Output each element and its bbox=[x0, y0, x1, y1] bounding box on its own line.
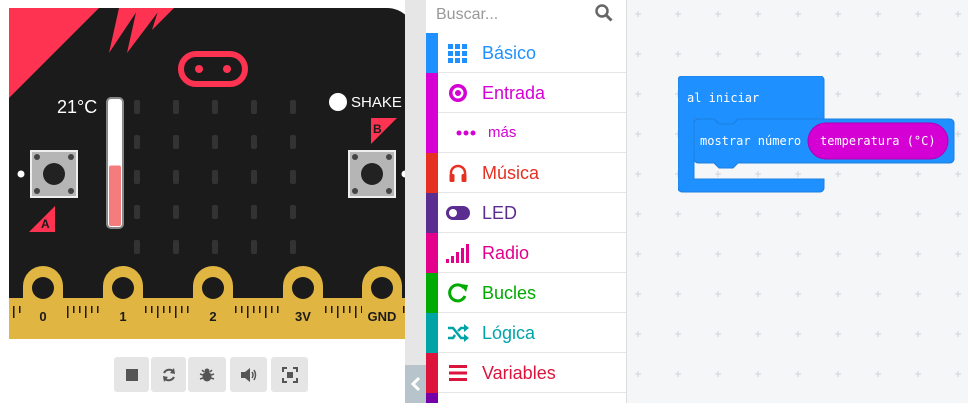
pin-1[interactable]: 1 bbox=[103, 266, 143, 338]
temperature-label: 21°C bbox=[57, 97, 97, 117]
simulator-panel: 21°C SHAKE B A 0 1 2 3V GND bbox=[0, 0, 415, 403]
category-entrada-mas[interactable]: más bbox=[426, 113, 626, 153]
category-color-bar bbox=[426, 153, 438, 193]
search-icon[interactable] bbox=[595, 4, 613, 22]
category-color-bar bbox=[426, 273, 438, 313]
on-start-block[interactable] bbox=[678, 76, 968, 276]
button-a[interactable] bbox=[30, 150, 78, 198]
category-label: Bucles bbox=[482, 283, 537, 303]
category-label: Básico bbox=[482, 43, 537, 63]
on-start-label: al iniciar bbox=[687, 91, 760, 105]
button-b[interactable] bbox=[348, 150, 396, 198]
show-number-label: mostrar número bbox=[700, 134, 802, 148]
debug-bug-icon bbox=[199, 368, 215, 381]
category-label: Radio bbox=[482, 243, 530, 263]
category-logica[interactable]: Lógica bbox=[426, 313, 626, 353]
fullscreen-button[interactable] bbox=[271, 357, 308, 392]
category-variables[interactable]: Variables bbox=[426, 353, 626, 393]
headphones-icon bbox=[446, 162, 470, 184]
category-partial-next bbox=[426, 393, 438, 403]
pin-2[interactable]: 2 bbox=[193, 266, 233, 338]
category-entrada[interactable]: Entrada bbox=[426, 73, 626, 113]
shuffle-icon bbox=[446, 322, 470, 344]
category-led[interactable]: LED bbox=[426, 193, 626, 233]
search-input[interactable] bbox=[434, 4, 598, 26]
category-bucles[interactable]: Bucles bbox=[426, 273, 626, 313]
svg-text:1: 1 bbox=[119, 309, 126, 324]
pin-gnd[interactable]: GND bbox=[362, 266, 402, 338]
svg-text:GND: GND bbox=[368, 309, 397, 324]
temperature-reporter-label: temperatura (°C) bbox=[820, 134, 936, 148]
restart-icon bbox=[162, 367, 175, 382]
svg-text:0: 0 bbox=[39, 309, 46, 324]
debug-button[interactable] bbox=[188, 357, 226, 392]
svg-text:2: 2 bbox=[209, 309, 216, 324]
stop-icon bbox=[125, 368, 138, 381]
toolbox-search bbox=[426, 0, 626, 32]
target-icon bbox=[446, 82, 470, 104]
category-color-bar bbox=[426, 113, 438, 153]
category-label: Variables bbox=[482, 363, 556, 383]
microbit-board: 21°C SHAKE B A 0 1 2 3V GND bbox=[9, 8, 415, 339]
category-color-bar bbox=[426, 353, 438, 393]
shake-button[interactable]: SHAKE bbox=[329, 93, 402, 111]
temperature-slider[interactable] bbox=[106, 97, 124, 229]
category-label: más bbox=[488, 124, 517, 141]
toggle-icon bbox=[446, 202, 470, 224]
svg-text:3V: 3V bbox=[295, 309, 311, 324]
simulator-collapse-strip bbox=[405, 0, 426, 403]
category-color-bar bbox=[426, 313, 438, 353]
restart-button[interactable] bbox=[151, 357, 186, 392]
collapse-simulator-button[interactable] bbox=[405, 365, 426, 403]
pin-0[interactable]: 0 bbox=[23, 266, 63, 338]
category-label: Música bbox=[482, 163, 540, 183]
category-color-bar bbox=[426, 73, 438, 113]
category-label: Entrada bbox=[482, 83, 546, 103]
button-a-label: A bbox=[41, 217, 50, 231]
sound-icon bbox=[240, 367, 256, 382]
category-label: LED bbox=[482, 203, 518, 223]
list-lines-icon bbox=[446, 362, 470, 384]
category-basico[interactable]: Básico bbox=[426, 33, 626, 73]
category-label: Lógica bbox=[482, 323, 536, 343]
blocks-workspace[interactable]: al iniciar mostrar número temperatura (°… bbox=[627, 0, 968, 403]
mute-button[interactable] bbox=[230, 357, 267, 392]
signal-bars-icon bbox=[446, 242, 470, 264]
chevron-left-icon bbox=[410, 376, 420, 392]
grid-icon bbox=[446, 42, 470, 64]
category-musica[interactable]: Música bbox=[426, 153, 626, 193]
category-radio[interactable]: Radio bbox=[426, 233, 626, 273]
fullscreen-icon bbox=[281, 366, 298, 383]
category-color-bar bbox=[426, 193, 438, 233]
more-dots-icon bbox=[454, 122, 478, 144]
stop-button[interactable] bbox=[114, 357, 149, 392]
pin-3v[interactable]: 3V bbox=[283, 266, 323, 338]
toolbox: Básico Entrada más Música LED Radio bbox=[426, 0, 627, 403]
category-color-bar bbox=[426, 33, 438, 73]
button-b-label: B bbox=[373, 122, 382, 136]
category-color-bar bbox=[426, 233, 438, 273]
svg-text:SHAKE: SHAKE bbox=[351, 94, 402, 111]
loop-arrow-icon bbox=[446, 282, 470, 304]
